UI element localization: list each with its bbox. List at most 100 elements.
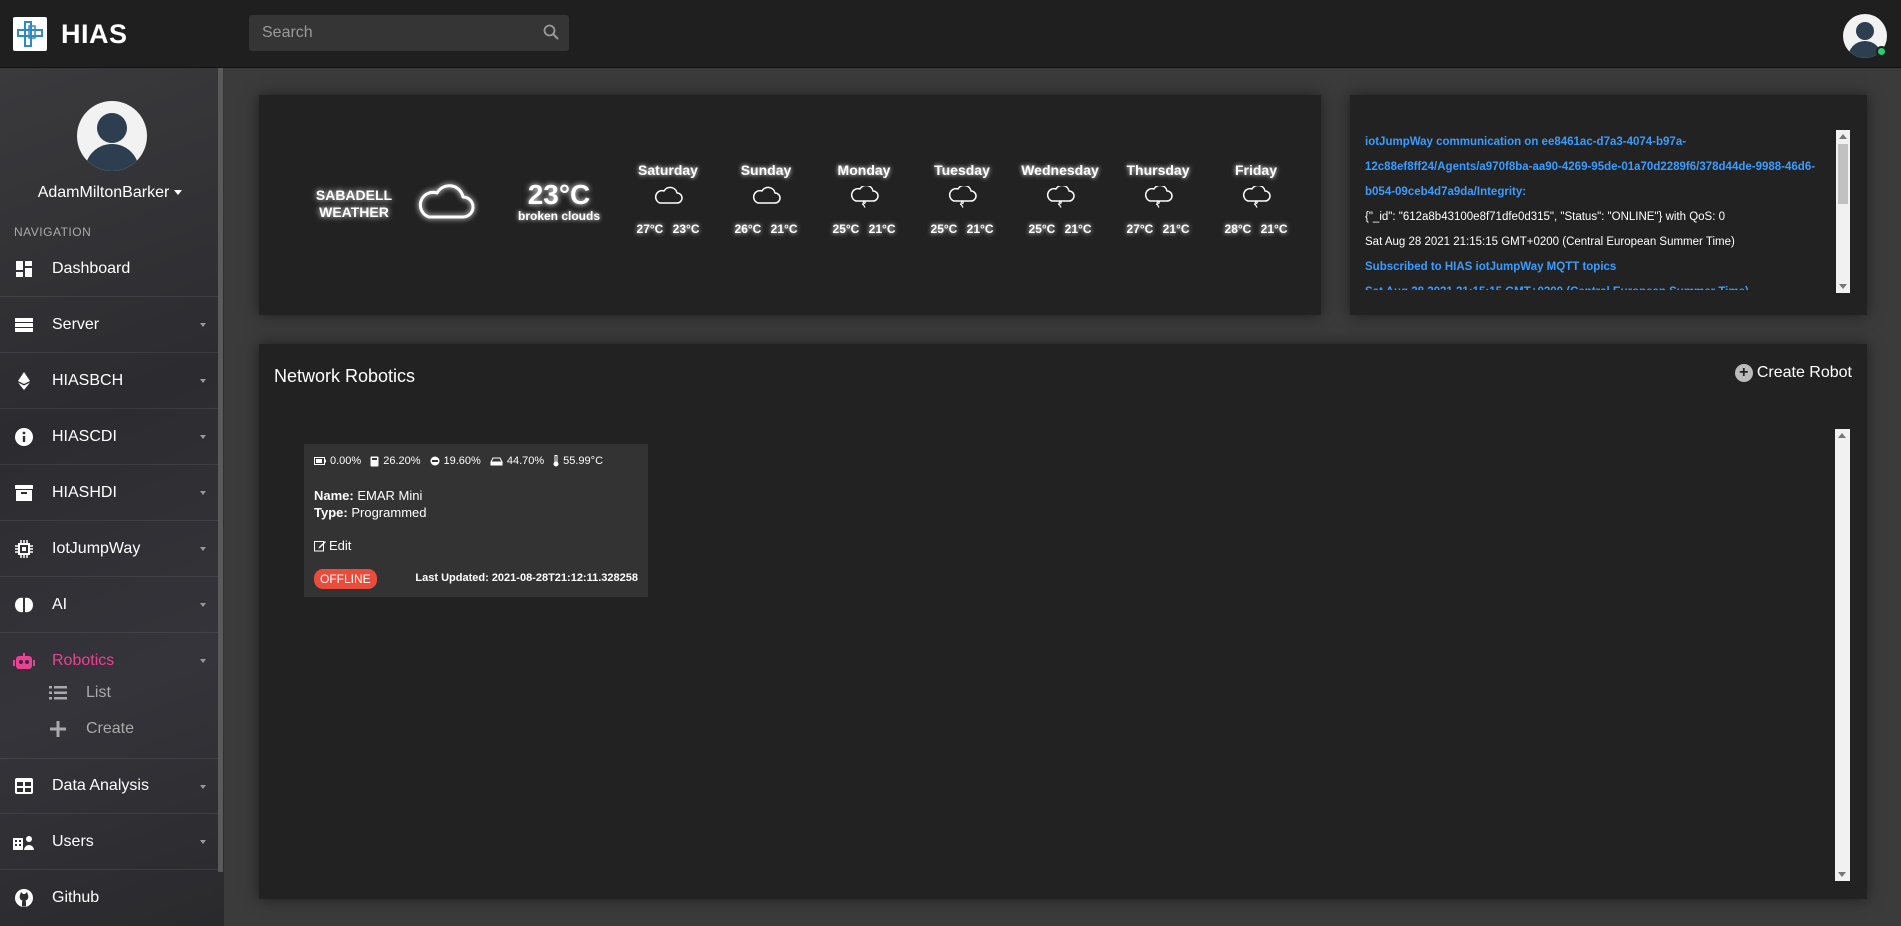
robot-details: Name: EMAR Mini Type: Programmed [314, 487, 426, 521]
robot-last-updated: Last Updated: 2021-08-28T21:12:11.328258 [415, 572, 638, 584]
sidebar-item-dashboard[interactable]: Dashboard [0, 241, 218, 297]
nav-heading: NAVIGATION [14, 225, 92, 239]
chevron-down-icon [200, 379, 206, 383]
robot-type: Programmed [351, 505, 427, 520]
cloud-icon [721, 184, 811, 220]
forecast-day: Friday 28°C 21°C [1211, 162, 1301, 236]
robot-name: EMAR Mini [357, 488, 423, 503]
chevron-down-icon [200, 323, 206, 327]
chevron-down-icon [200, 840, 206, 844]
forecast-temps: 25°C 21°C [819, 222, 909, 236]
panel-title: Network Robotics [274, 366, 416, 386]
log-line: 12c88ef8ff24/Agents/a970f8ba-aa90-4269-9… [1365, 161, 1816, 173]
forecast-day: Wednesday 25°C 21°C [1015, 162, 1105, 236]
sidebar-item-label: Users [52, 832, 94, 850]
forecast-day-name: Thursday [1126, 162, 1190, 178]
forecast-low: 21°C [1064, 222, 1092, 236]
forecast-day: Sunday 26°C 21°C [721, 162, 811, 236]
forecast-day-name: Monday [837, 162, 891, 178]
robot-edit-link[interactable]: Edit [314, 538, 351, 553]
sidebar-item-users[interactable]: Users [0, 814, 218, 870]
sidebar-subitem-list[interactable]: List [48, 678, 111, 708]
weather-label: WEATHER [319, 204, 389, 220]
status-badge: OFFLINE [314, 569, 377, 589]
scroll-up-icon[interactable] [1838, 433, 1846, 438]
create-robot-button[interactable]: + Create Robot [1734, 364, 1852, 382]
robot-stat-value: 55.99°C [563, 455, 604, 467]
network-robotics-panel: Network Robotics + Create Robot 0.00% 26… [259, 344, 1867, 899]
sidebar-item-hiasbch[interactable]: HIASBCH [0, 353, 218, 409]
current-weather: 23°C broken clouds [504, 179, 614, 223]
scroll-thumb[interactable] [1838, 144, 1848, 204]
sidebar-item-label: AI [52, 595, 68, 613]
robot-name-label: Name: [314, 488, 354, 503]
sidebar-item-data-analysis[interactable]: Data Analysis [0, 758, 218, 814]
forecast-low: 21°C [1260, 222, 1288, 236]
sidebar-item-label: Data Analysis [52, 777, 149, 794]
current-temp: 23°C [527, 179, 591, 210]
log-line: Sat Aug 28 2021 21:15:15 GMT+0200 (Centr… [1365, 280, 1846, 290]
weather-widget: SABADELL WEATHER 23°C broken clouds Satu… [259, 95, 1321, 315]
log-scrollbar[interactable] [1836, 130, 1850, 293]
scroll-down-icon[interactable] [1838, 872, 1846, 877]
sidebar-item-hiashdi[interactable]: HIASHDI [0, 465, 218, 521]
log-line: Subscribed to HIAS iotJumpWay MQTT topic… [1365, 261, 1617, 273]
scroll-down-icon[interactable] [1839, 284, 1847, 289]
forecast-high: 27°C [1126, 222, 1154, 236]
cpu-icon [370, 456, 379, 467]
rain-cloud-icon [1015, 184, 1105, 220]
forecast-day-name: Tuesday [934, 162, 990, 178]
sidebar-item-ai[interactable]: AI [0, 577, 218, 633]
robots-scrollbar[interactable] [1835, 429, 1850, 881]
cloud-icon [415, 179, 475, 228]
forecast-high: 25°C [832, 222, 860, 236]
sidebar-item-label: HIASCDI [52, 427, 117, 445]
forecast-day-name: Friday [1234, 162, 1277, 178]
chevron-down-icon [200, 785, 206, 789]
sidebar-item-hiascdi[interactable]: HIASCDI [0, 409, 218, 465]
sidebar-item-iotjumpway[interactable]: IotJumpWay [0, 521, 218, 577]
plus-icon [48, 721, 68, 737]
profile-name-dropdown[interactable]: AdamMiltonBarker [0, 184, 220, 202]
sidebar-item-server[interactable]: Server [0, 297, 218, 353]
log-line: Sat Aug 28 2021 21:15:15 GMT+0200 (Centr… [1365, 236, 1735, 248]
sidebar-item-label: Robotics [52, 652, 115, 669]
thermometer-icon [553, 455, 559, 467]
brand[interactable]: HIAS [13, 17, 128, 51]
forecast-temps: 27°C 23°C [623, 222, 713, 236]
robot-type-label: Type: [314, 505, 348, 520]
users-icon [12, 834, 36, 850]
sidebar-item-github[interactable]: Github [0, 870, 218, 926]
sidebar-item-label: Github [52, 889, 100, 906]
robot-type-row: Type: Programmed [314, 504, 426, 521]
profile-avatar[interactable] [77, 101, 147, 171]
app-title: HIAS [61, 18, 128, 49]
scroll-up-icon[interactable] [1839, 134, 1847, 139]
cloud-icon [623, 184, 713, 220]
info-icon [12, 427, 36, 446]
rain-cloud-icon [1113, 184, 1203, 220]
forecast-high: 28°C [1224, 222, 1252, 236]
log-line: b054-09ceb4d7a9da/Integrity: [1365, 186, 1527, 198]
sidebar-subitem-create[interactable]: Create [48, 714, 134, 744]
forecast-low: 21°C [770, 222, 798, 236]
memory-icon [430, 456, 440, 466]
forecast-temps: 28°C 21°C [1211, 222, 1301, 236]
forecast-high: 25°C [1028, 222, 1056, 236]
forecast-low: 23°C [672, 222, 700, 236]
forecast-day-name: Sunday [740, 162, 792, 178]
mqtt-log[interactable]: iotJumpWay communication on ee8461ac-d7a… [1365, 130, 1846, 290]
rain-cloud-icon [819, 184, 909, 220]
edit-icon [314, 540, 326, 552]
forecast-high: 26°C [734, 222, 762, 236]
search-box [249, 15, 569, 51]
forecast-low: 21°C [1162, 222, 1190, 236]
search-input[interactable] [249, 15, 569, 51]
robot-stats: 0.00% 26.20% 19.60% 44.70% 55.99°C [314, 455, 612, 467]
sidebar: AdamMiltonBarker NAVIGATION Dashboard Se… [0, 68, 224, 926]
search-icon[interactable] [543, 24, 559, 45]
chevron-down-icon [200, 435, 206, 439]
robot-card: 0.00% 26.20% 19.60% 44.70% 55.99°C Name:… [304, 444, 648, 597]
forecast-day-name: Saturday [638, 162, 698, 178]
top-bar: HIAS [0, 0, 1901, 68]
